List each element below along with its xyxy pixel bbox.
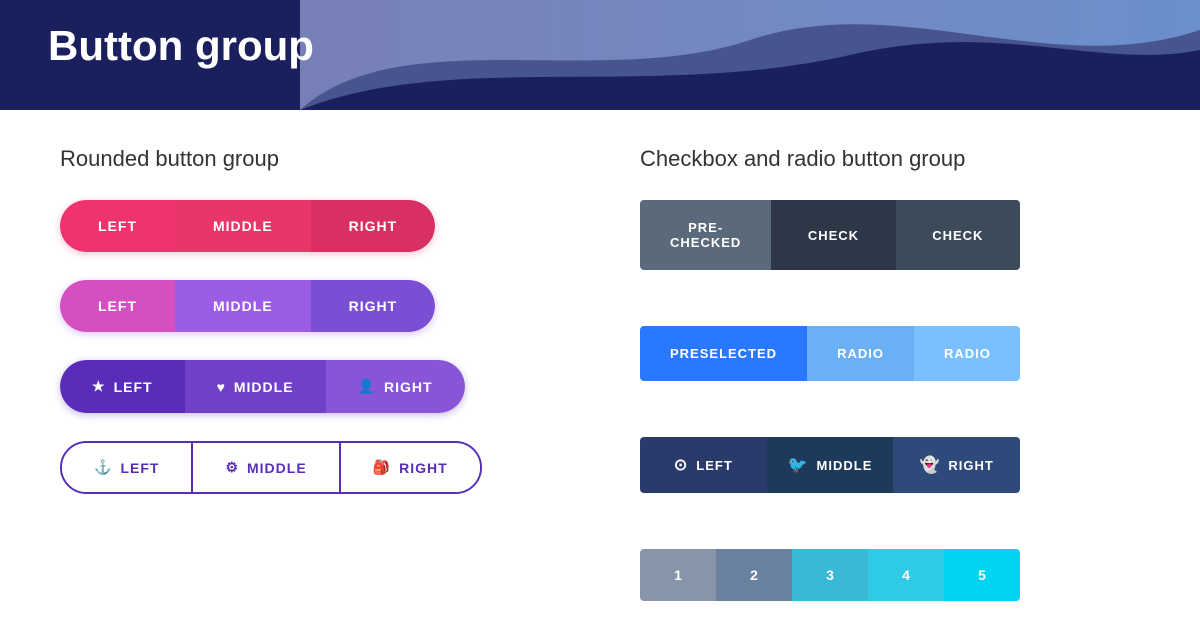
gear-icon: ⚙: [225, 459, 239, 476]
number-5-button[interactable]: 5: [944, 549, 1020, 601]
snapchat-icon: 👻: [919, 455, 940, 475]
checkbox-group: PRE-CHECKED CHECK CHECK: [640, 200, 1140, 298]
number-4-button[interactable]: 4: [868, 549, 944, 601]
dark-left-label: LEFT: [114, 379, 153, 395]
preselected-button[interactable]: PRESELECTED: [640, 326, 807, 381]
social-group: ⊙ LEFT 🐦 MIDDLE 👻 RIGHT: [640, 437, 1140, 521]
main-content: Rounded button group LEFT MIDDLE RIGHT L…: [0, 110, 1200, 629]
outlined-button-group: ⚓ LEFT ⚙ MIDDLE 🎒 RIGHT: [60, 441, 560, 494]
dark-middle-label: MIDDLE: [234, 379, 294, 395]
purple-middle-button[interactable]: MIDDLE: [175, 280, 311, 332]
outlined-group-container: ⚓ LEFT ⚙ MIDDLE 🎒 RIGHT: [60, 441, 482, 494]
purple-left-button[interactable]: LEFT: [60, 280, 175, 332]
instagram-icon: ⊙: [674, 455, 688, 475]
social-group-container: ⊙ LEFT 🐦 MIDDLE 👻 RIGHT: [640, 437, 1020, 493]
right-section: Checkbox and radio button group PRE-CHEC…: [600, 146, 1140, 629]
user-icon: 👤: [358, 378, 376, 395]
outlined-middle-button[interactable]: ⚙ MIDDLE: [193, 443, 340, 492]
number-3-button[interactable]: 3: [792, 549, 868, 601]
check1-button[interactable]: CHECK: [771, 200, 895, 270]
social-left-label: LEFT: [696, 458, 733, 473]
number-1-button[interactable]: 1: [640, 549, 716, 601]
check2-button[interactable]: CHECK: [896, 200, 1020, 270]
left-section: Rounded button group LEFT MIDDLE RIGHT L…: [60, 146, 600, 629]
bag-icon: 🎒: [373, 459, 391, 476]
outlined-middle-label: MIDDLE: [247, 460, 307, 476]
outlined-right-label: RIGHT: [399, 460, 448, 476]
pink-button-group: LEFT MIDDLE RIGHT: [60, 200, 560, 252]
dark-left-button[interactable]: ★ LEFT: [60, 360, 185, 413]
dark-purple-group-container: ★ LEFT ♥ MIDDLE 👤 RIGHT: [60, 360, 465, 413]
social-right-label: RIGHT: [948, 458, 993, 473]
radio2-button[interactable]: RADIO: [914, 326, 1020, 381]
anchor-icon: ⚓: [94, 459, 112, 476]
outlined-right-button[interactable]: 🎒 RIGHT: [341, 443, 480, 492]
outlined-left-label: LEFT: [120, 460, 159, 476]
social-middle-button[interactable]: 🐦 MIDDLE: [767, 437, 894, 493]
social-right-button[interactable]: 👻 RIGHT: [893, 437, 1020, 493]
radio-group: PRESELECTED RADIO RADIO: [640, 326, 1140, 409]
prechecked-button[interactable]: PRE-CHECKED: [640, 200, 771, 270]
pink-right-button[interactable]: RIGHT: [311, 200, 436, 252]
right-section-title: Checkbox and radio button group: [640, 146, 1140, 172]
header-wave: [300, 0, 1200, 110]
purple-group-container: LEFT MIDDLE RIGHT: [60, 280, 435, 332]
number-2-button[interactable]: 2: [716, 549, 792, 601]
dark-right-button[interactable]: 👤 RIGHT: [326, 360, 465, 413]
social-middle-label: MIDDLE: [817, 458, 873, 473]
dark-purple-button-group: ★ LEFT ♥ MIDDLE 👤 RIGHT: [60, 360, 560, 413]
radio1-button[interactable]: RADIO: [807, 326, 914, 381]
pink-group-container: LEFT MIDDLE RIGHT: [60, 200, 435, 252]
left-section-title: Rounded button group: [60, 146, 560, 172]
radio-group-container: PRESELECTED RADIO RADIO: [640, 326, 1020, 381]
number-group-container: 1 2 3 4 5: [640, 549, 1020, 601]
header: Button group: [0, 0, 1200, 110]
checkbox-group-container: PRE-CHECKED CHECK CHECK: [640, 200, 1020, 270]
number-group: 1 2 3 4 5: [640, 549, 1140, 601]
pink-left-button[interactable]: LEFT: [60, 200, 175, 252]
star-icon: ★: [92, 378, 106, 395]
purple-button-group: LEFT MIDDLE RIGHT: [60, 280, 560, 332]
pink-middle-button[interactable]: MIDDLE: [175, 200, 311, 252]
dark-middle-button[interactable]: ♥ MIDDLE: [185, 360, 326, 413]
social-left-button[interactable]: ⊙ LEFT: [640, 437, 767, 493]
heart-icon: ♥: [217, 379, 226, 395]
outlined-left-button[interactable]: ⚓ LEFT: [62, 443, 193, 492]
purple-right-button[interactable]: RIGHT: [311, 280, 436, 332]
dark-right-label: RIGHT: [384, 379, 433, 395]
twitter-icon: 🐦: [788, 455, 809, 475]
page-title: Button group: [48, 22, 314, 70]
